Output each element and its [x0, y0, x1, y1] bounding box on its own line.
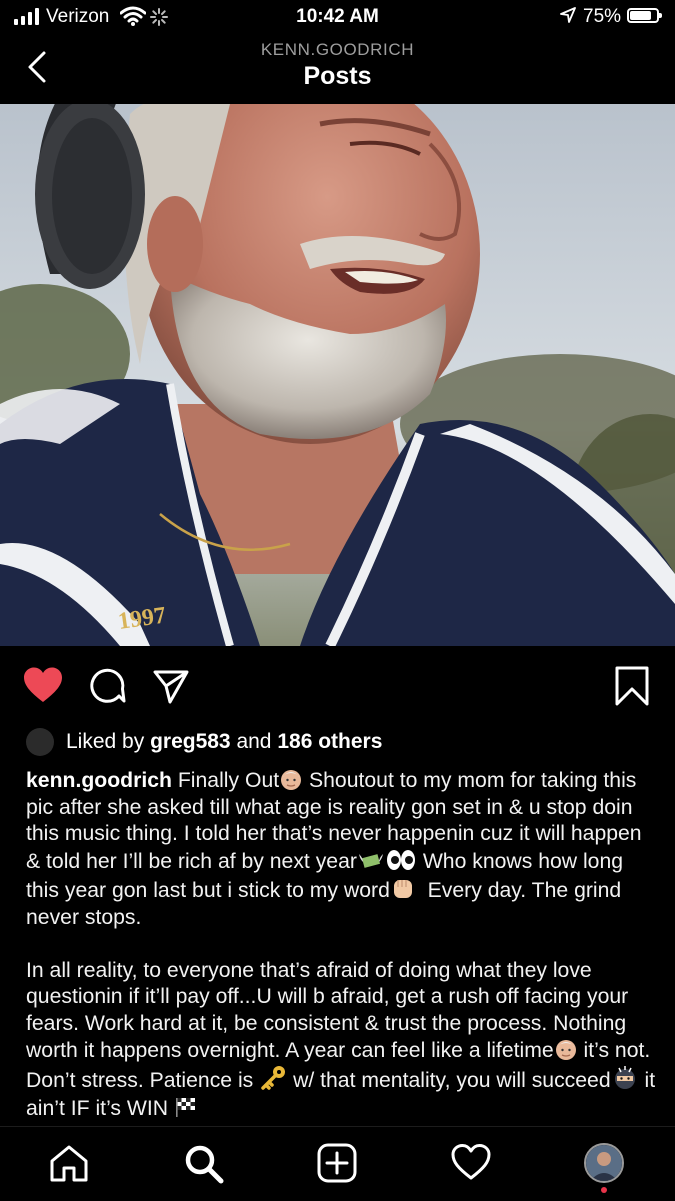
checkered-flag-emoji-icon: [175, 1097, 195, 1117]
liked-by-user[interactable]: greg583: [150, 730, 231, 754]
liker-avatar: [26, 728, 54, 756]
liked-by-joiner: and: [236, 730, 272, 753]
post-photo-image: 1997: [0, 104, 675, 646]
key-emoji-icon: [261, 1065, 286, 1090]
older-man-emoji-icon: [281, 770, 302, 790]
profile-avatar[interactable]: [584, 1143, 624, 1183]
profile-avatar-image: [586, 1145, 622, 1181]
page-title: Posts: [303, 62, 372, 90]
post-photo[interactable]: 1997: [0, 104, 675, 646]
heart-icon[interactable]: [22, 666, 64, 704]
location-arrow-icon: [560, 7, 576, 23]
share-icon[interactable]: [152, 668, 190, 706]
comment-icon[interactable]: [88, 668, 126, 706]
battery-percent: 75%: [583, 6, 622, 27]
bookmark-icon[interactable]: [614, 665, 650, 707]
ninja-emoji-icon: [614, 1065, 635, 1089]
status-bar: Verizon 10:42 AM 75%: [0, 0, 675, 36]
liked-by-row[interactable]: Liked by greg583 and 186 others: [26, 728, 382, 756]
notification-dot: [601, 1187, 607, 1193]
liked-by-others[interactable]: 186 others: [277, 730, 382, 754]
header-username: KENN.GOODRICH: [260, 40, 415, 59]
caption-text-2a: In all reality, to everyone that’s afrai…: [26, 958, 629, 1063]
bottom-nav: [0, 1126, 675, 1201]
activity-heart-icon[interactable]: [450, 1143, 492, 1181]
eyes-emoji-icon: [386, 849, 415, 870]
add-post-icon[interactable]: [317, 1143, 357, 1183]
raised-fist-emoji-icon: [393, 880, 412, 899]
caption-paragraph-1: kenn.goodrich Finally Out Shoutout to my…: [26, 767, 656, 932]
battery-icon: [627, 8, 662, 23]
liked-by-prefix: Liked by: [66, 730, 145, 753]
home-icon[interactable]: [48, 1143, 90, 1183]
caption-text-1a: Finally Out: [177, 769, 280, 792]
search-icon[interactable]: [183, 1143, 225, 1185]
post-caption: kenn.goodrich Finally Out Shoutout to my…: [26, 767, 656, 1122]
caption-text-2c: w/ that mentality, you will succeed: [293, 1068, 611, 1092]
money-with-wings-emoji-icon: [358, 853, 383, 868]
caption-username[interactable]: kenn.goodrich: [26, 769, 172, 792]
older-man-emoji-icon: [555, 1040, 576, 1061]
caption-paragraph-2: In all reality, to everyone that’s afrai…: [26, 958, 656, 1123]
